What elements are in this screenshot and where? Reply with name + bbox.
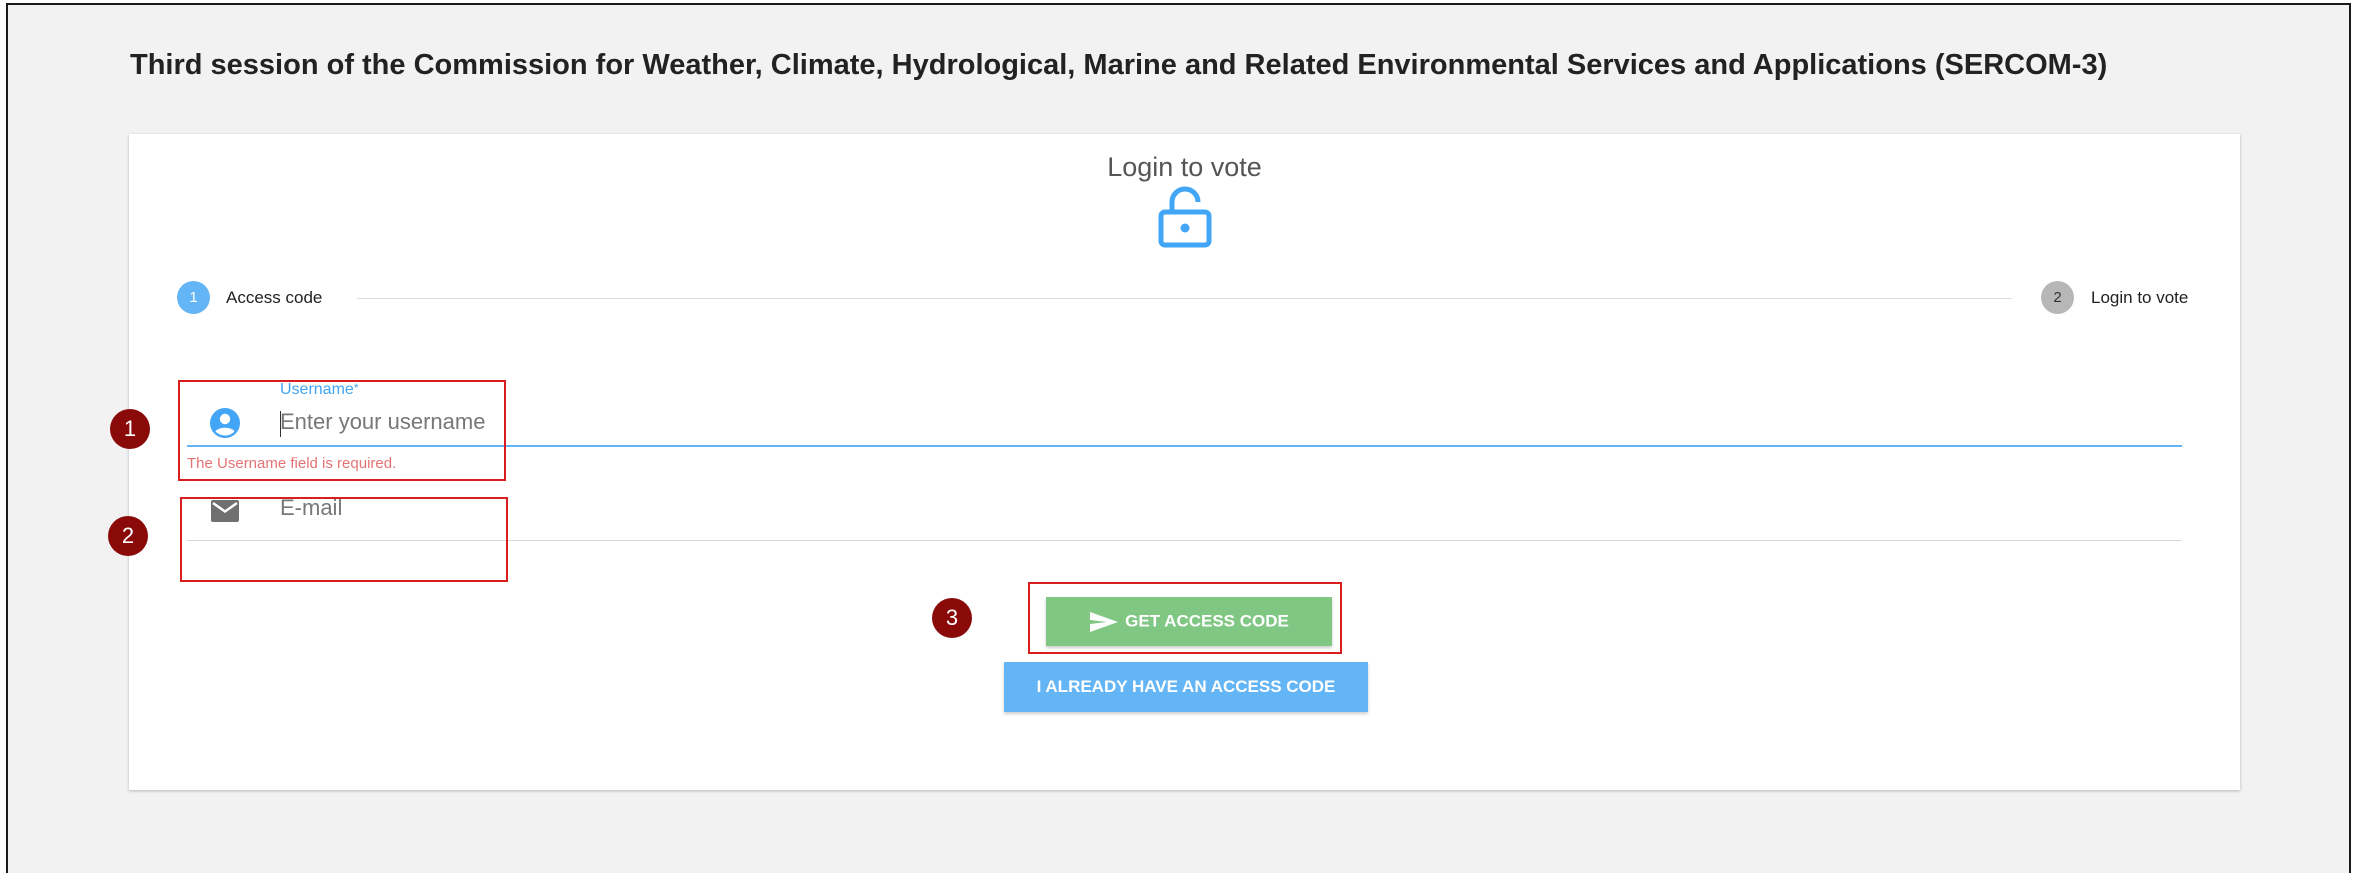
lock-open-icon: [1158, 186, 1212, 248]
step-1-circle[interactable]: 1: [177, 281, 210, 314]
step-2-label[interactable]: Login to vote: [2091, 288, 2188, 308]
stepper-connector: [357, 298, 2012, 299]
step-2-circle[interactable]: 2: [2041, 281, 2074, 314]
login-heading: Login to vote: [1107, 152, 1262, 182]
annotation-badge-2: 2: [108, 516, 148, 556]
step-1-label[interactable]: Access code: [226, 288, 322, 308]
annotation-box-3: [1028, 582, 1342, 654]
annotation-badge-3: 3: [932, 598, 972, 638]
already-have-code-button[interactable]: I ALREADY HAVE AN ACCESS CODE: [1004, 662, 1368, 712]
window-frame: Third session of the Commission for Weat…: [6, 3, 2351, 873]
username-input[interactable]: [280, 409, 2030, 435]
email-input[interactable]: [280, 495, 2030, 521]
annotation-badge-1: 1: [110, 409, 150, 449]
annotation-box-2: [180, 497, 508, 582]
page-title: Third session of the Commission for Weat…: [130, 49, 2108, 81]
annotation-box-1: [178, 380, 506, 481]
stepper: 1 Access code 2 Login to vote: [129, 281, 2240, 321]
